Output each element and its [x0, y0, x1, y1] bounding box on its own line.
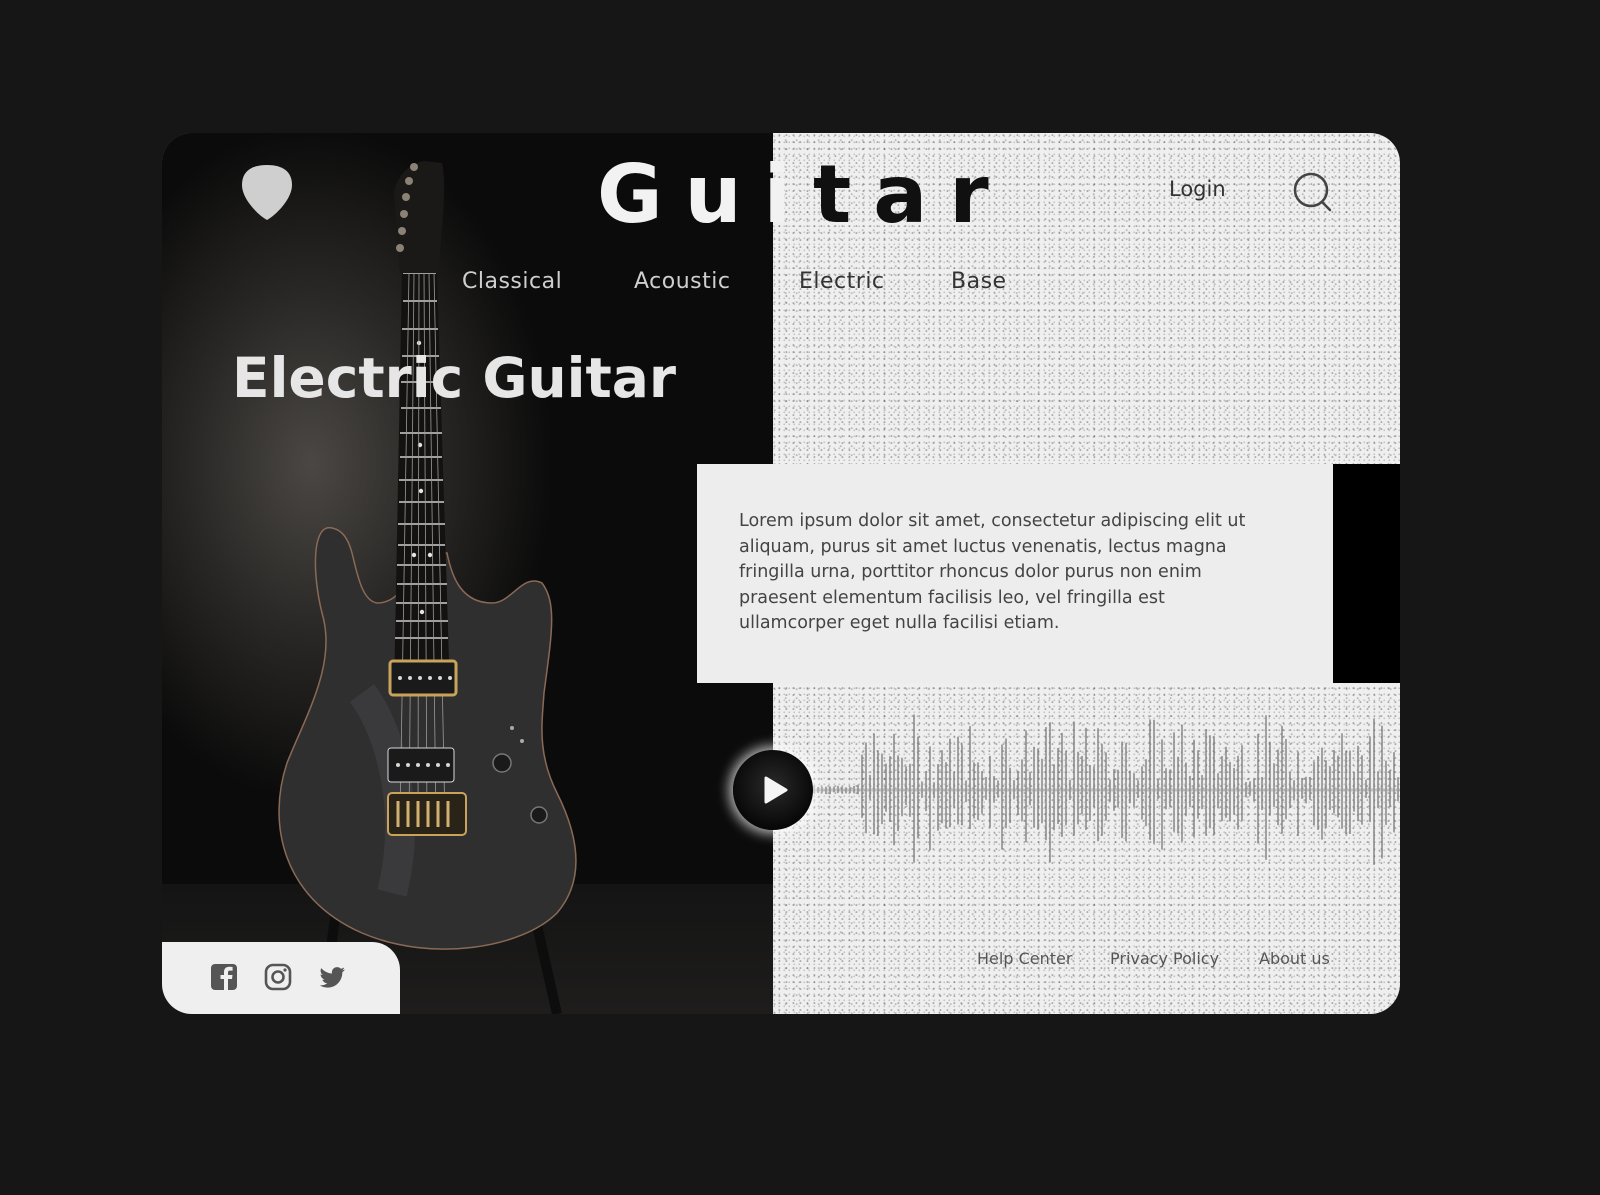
description-box: Lorem ipsum dolor sit amet, consectetur …: [697, 464, 1333, 683]
guitar-pick-icon[interactable]: [242, 163, 292, 221]
facebook-icon[interactable]: [209, 962, 239, 992]
footer-link-help-center[interactable]: Help Center: [977, 949, 1072, 968]
logo-text-light: Gui: [597, 148, 814, 241]
guitar-photo-panel: [162, 133, 773, 1014]
nav-item-electric[interactable]: Electric: [799, 269, 885, 294]
nav-item-base[interactable]: Base: [951, 269, 1007, 294]
instagram-icon[interactable]: [263, 962, 293, 992]
play-icon: [764, 776, 788, 804]
electric-guitar-image: [278, 161, 577, 1014]
logo-text-dark: tar: [813, 148, 1011, 241]
nav-item-acoustic[interactable]: Acoustic: [634, 269, 730, 294]
audio-waveform[interactable]: [812, 693, 1400, 893]
social-links: [162, 942, 400, 1014]
footer-link-about-us[interactable]: About us: [1259, 949, 1330, 968]
nav-item-classical[interactable]: Classical: [462, 269, 562, 294]
login-link[interactable]: Login: [1169, 177, 1226, 201]
search-icon[interactable]: [1292, 171, 1334, 213]
hero-title: Electric Guitar: [232, 346, 677, 410]
site-logo[interactable]: Guitar: [597, 155, 1011, 235]
main-card: Guitar Login Classical Acoustic Electric…: [162, 133, 1400, 1014]
description-text: Lorem ipsum dolor sit amet, consectetur …: [739, 511, 1246, 633]
footer-link-privacy-policy[interactable]: Privacy Policy: [1110, 949, 1219, 968]
decorative-black-tab: [1333, 464, 1400, 683]
twitter-icon[interactable]: [317, 962, 347, 992]
play-button[interactable]: [733, 750, 813, 830]
